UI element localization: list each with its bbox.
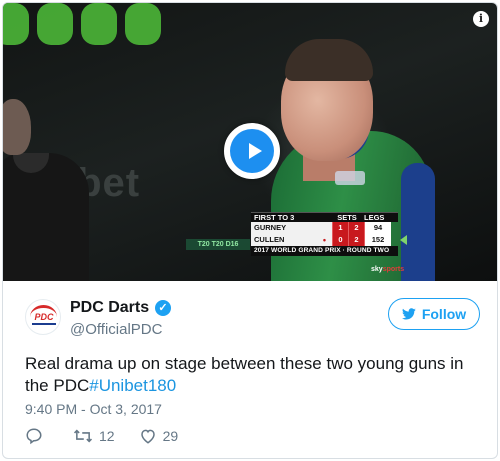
- broadcaster-logo: skysports: [371, 265, 405, 274]
- scoreboard-sets-header: SETS: [337, 213, 357, 222]
- hashtag-link[interactable]: #Unibet180: [89, 376, 176, 395]
- player-sets: 1: [332, 222, 348, 234]
- player-legs: 2: [348, 222, 364, 234]
- play-icon: [249, 143, 262, 159]
- like-count: 29: [162, 428, 179, 444]
- shirt-sponsor-logo: [335, 171, 365, 185]
- player-score: 94: [364, 222, 391, 234]
- scoreboard-row: CULLEN • 0 2 152: [251, 234, 398, 246]
- player-score: 152: [364, 234, 391, 246]
- scoreboard-arrow-icon: [400, 235, 407, 245]
- broadcaster-sports: sports: [382, 266, 405, 273]
- tweet-card: ibet i T20 T20 D16 FIRST TO 3 SETS LEGS …: [2, 2, 498, 459]
- checkout-suggestion: T20 T20 D16: [186, 239, 250, 250]
- reply-button[interactable]: [25, 427, 49, 445]
- tweet-actions: 12 29: [25, 427, 202, 445]
- right-player-hair: [285, 39, 373, 81]
- twitter-bird-icon: [401, 308, 416, 320]
- display-name[interactable]: PDC Darts: [70, 299, 149, 317]
- retweet-button[interactable]: 12: [73, 427, 115, 445]
- left-player-body: [3, 153, 89, 281]
- scoreboard-legs-header: LEGS: [364, 213, 385, 222]
- follow-label: Follow: [421, 306, 467, 322]
- scoreboard-header: FIRST TO 3 SETS LEGS: [251, 212, 398, 222]
- player-sets: 0: [332, 234, 348, 246]
- broadcaster-sky: sky: [371, 266, 383, 273]
- throw-indicator: [317, 222, 332, 234]
- user-handle[interactable]: @OfficialPDC: [70, 321, 162, 338]
- player-legs: 2: [348, 234, 364, 246]
- tweet-timestamp[interactable]: 9:40 PM - Oct 3, 2017: [25, 401, 162, 417]
- retweet-count: 12: [99, 428, 115, 444]
- verified-badge-icon: ✓: [155, 300, 171, 316]
- heart-icon: [139, 427, 157, 445]
- scoreboard-event: 2017 WORLD GRAND PRIX · ROUND TWO: [251, 246, 398, 256]
- scoreboard-format: FIRST TO 3: [254, 213, 295, 222]
- info-icon[interactable]: i: [473, 11, 489, 27]
- play-button[interactable]: [224, 123, 280, 179]
- tweet-text: Real drama up on stage between these two…: [25, 353, 475, 397]
- follow-button[interactable]: Follow: [388, 298, 480, 330]
- player-name: CULLEN: [251, 234, 317, 246]
- left-player-head: [3, 99, 31, 155]
- player-name: GURNEY: [251, 222, 317, 234]
- retweet-icon: [73, 427, 93, 445]
- scoreboard-row: GURNEY 1 2 94: [251, 222, 398, 234]
- background-sponsor-banner: [3, 3, 183, 49]
- like-button[interactable]: 29: [139, 427, 179, 445]
- right-player-sleeve: [401, 163, 435, 281]
- scoreboard: FIRST TO 3 SETS LEGS GURNEY 1 2 94 CULLE…: [251, 212, 398, 256]
- reply-icon: [25, 427, 43, 445]
- avatar[interactable]: PDC: [25, 299, 61, 335]
- throw-indicator: •: [317, 234, 332, 246]
- avatar-logo-text: PDC: [34, 312, 54, 322]
- video-player[interactable]: ibet i T20 T20 D16 FIRST TO 3 SETS LEGS …: [3, 3, 497, 281]
